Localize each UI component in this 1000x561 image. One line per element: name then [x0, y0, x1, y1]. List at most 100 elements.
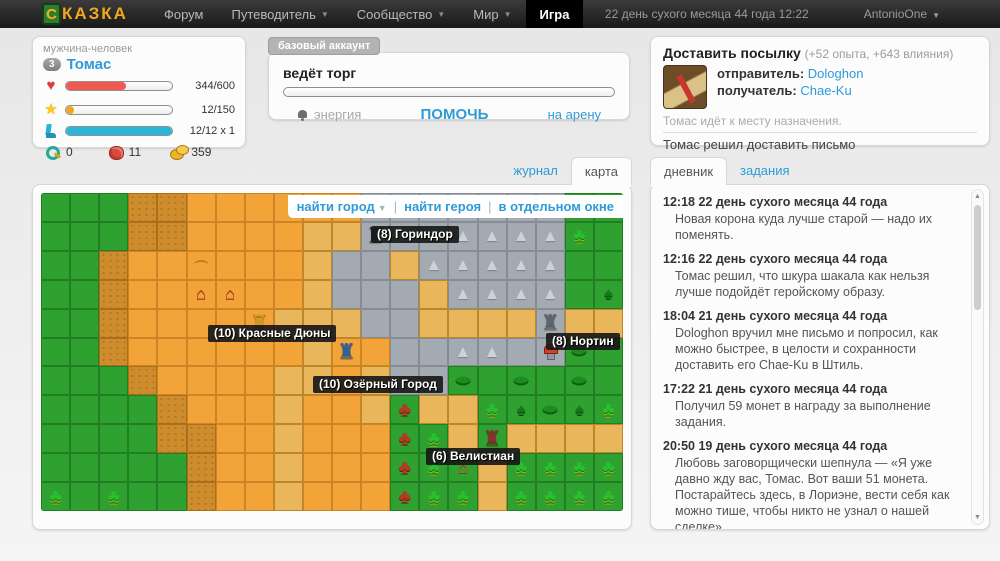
character-race: мужчина-человек	[43, 43, 133, 55]
nav-item-forum[interactable]: Форум	[150, 0, 218, 28]
heart-icon	[43, 77, 59, 95]
map-label-nortin[interactable]: (8) Нортин	[546, 333, 620, 350]
tree-icon	[544, 458, 556, 477]
map-tile-sand	[332, 395, 362, 425]
map-tile-road	[273, 424, 303, 454]
map-tile-road	[535, 424, 565, 454]
map-tile-grass	[535, 395, 565, 425]
help-button[interactable]: ПОМОЧЬ	[421, 106, 489, 123]
map-tile-sand	[244, 250, 274, 280]
character-name-link[interactable]: Томас	[67, 56, 112, 73]
town-ozyorny-gorod-icon[interactable]	[337, 341, 356, 362]
tab-tasks[interactable]: задания	[727, 157, 803, 185]
map-tile-sand	[215, 482, 245, 511]
tree-icon	[602, 487, 614, 506]
receiver-link[interactable]: Chae-Ku	[800, 83, 851, 98]
map-tile-grass	[506, 395, 536, 425]
journal-entry-time: 18:04 21 день сухого месяца 44 года	[663, 309, 888, 323]
tree-icon	[108, 487, 120, 506]
map-tile-road	[302, 221, 332, 251]
map-label-ozyorny-gorod[interactable]: (10) Озёрный Город	[313, 376, 443, 393]
arena-link[interactable]: на арену	[548, 107, 601, 122]
map-tile-sand	[302, 482, 332, 511]
user-menu[interactable]: AntonioOne ▼	[864, 7, 940, 21]
tab-diary[interactable]: дневник	[650, 157, 728, 187]
map-control-separate-window[interactable]: в отдельном окне	[498, 199, 614, 214]
deadtree-icon	[399, 487, 411, 506]
map-tile-road	[506, 308, 536, 338]
mountain-icon	[484, 285, 501, 303]
scroll-down-icon[interactable]: ▼	[972, 514, 983, 521]
nav-item-guide[interactable]: Путеводитель ▼	[217, 0, 342, 28]
map-tile-sand	[215, 453, 245, 483]
journal-entry-time: 20:50 19 день сухого месяца 44 года	[663, 439, 888, 453]
deadtree-icon	[399, 458, 411, 477]
chevron-down-icon: ▼	[437, 9, 446, 19]
map-tile-sand	[215, 279, 245, 309]
map-tile-stone	[419, 337, 449, 367]
map-tile-sand	[186, 279, 216, 309]
action-progress-bar	[283, 87, 615, 97]
map-tile-grass	[477, 366, 507, 396]
map-tile-darksand	[186, 482, 216, 511]
map-tile-grass	[128, 453, 158, 483]
tree-icon	[428, 487, 440, 506]
nav-item-world[interactable]: Мир ▼	[459, 0, 525, 28]
map-tile-sand	[332, 453, 362, 483]
map-tile-grass	[99, 482, 129, 511]
scrollbar-thumb[interactable]	[974, 205, 981, 310]
map-control-find-town[interactable]: найти город ▼	[297, 199, 387, 214]
separator: |	[488, 199, 492, 214]
nav-right: 22 день сухого месяца 44 года 12:22 Anto…	[605, 0, 1000, 28]
chevron-down-icon: ▼	[320, 9, 329, 19]
journal-entry-text: Любовь заговорщически шепнула — «Я уже д…	[675, 456, 950, 530]
map-label-krasnye-dyuny[interactable]: (10) Красные Дюны	[208, 325, 337, 342]
map-tile-road	[564, 424, 594, 454]
journal-entry: 12:16 22 день сухого месяца 44 года Томас…	[663, 252, 963, 300]
logo[interactable]: С КАЗКА	[42, 0, 128, 28]
bar-experience-fill	[66, 105, 75, 114]
map-tile-sand	[244, 395, 274, 425]
map-tile-road	[302, 279, 332, 309]
sender-link[interactable]: Dologhon	[808, 66, 864, 81]
map-tile-stone	[332, 279, 362, 309]
map-tile-stone	[361, 308, 391, 338]
bar-health-fill	[66, 82, 127, 90]
map-tile-grass	[564, 366, 594, 396]
map-tile-grass	[70, 250, 100, 280]
map-tile-grass	[593, 366, 623, 396]
nav-item-community[interactable]: Сообщество ▼	[343, 0, 459, 28]
map-tile-road	[477, 482, 507, 511]
map-controls: найти город ▼ | найти героя | в отдельном окн…	[287, 195, 623, 218]
map-tile-grass	[41, 424, 71, 454]
map-tile-sand	[244, 453, 274, 483]
journal-scrollbar[interactable]: ▲ ▼	[971, 189, 984, 525]
map-label-gorindor[interactable]: (8) Гориндор	[371, 226, 459, 243]
tree-icon	[602, 458, 614, 477]
map-tile-sand	[244, 366, 274, 396]
journal-entry: 18:04 21 день сухого месяца 44 года Dolog…	[663, 309, 963, 373]
mountain-icon	[513, 256, 530, 274]
world-map[interactable]: найти город▼ | найти героя | в отдельном окн…	[41, 193, 623, 511]
journal-entry-text: Томас решил, что шкура шакала как нельзя…	[675, 269, 930, 299]
tab-map[interactable]: карта	[570, 157, 632, 187]
bar-health-value: 344/600	[195, 80, 235, 92]
account-type-badge: базовый аккаунт	[268, 37, 381, 55]
tab-journal[interactable]: журнал	[500, 157, 570, 185]
map-tile-grass	[564, 395, 594, 425]
map-tile-stone	[506, 337, 536, 367]
map-tile-grass	[506, 366, 536, 396]
nav-item-game[interactable]: Игра	[525, 0, 584, 28]
scroll-up-icon[interactable]: ▲	[972, 193, 983, 200]
tree-icon	[428, 429, 440, 448]
town-velistian-icon[interactable]	[483, 428, 502, 449]
energy-toggle[interactable]: энергия	[297, 107, 361, 122]
mountain-icon	[542, 227, 559, 245]
tree-icon	[602, 400, 614, 419]
map-tile-sand	[128, 250, 158, 280]
tree-icon	[486, 400, 498, 419]
map-control-find-hero[interactable]: найти героя	[404, 199, 481, 214]
map-label-velistian[interactable]: (6) Велистиан	[426, 448, 521, 465]
town-nortin-icon[interactable]	[541, 313, 560, 334]
map-tile-sand	[302, 424, 332, 454]
